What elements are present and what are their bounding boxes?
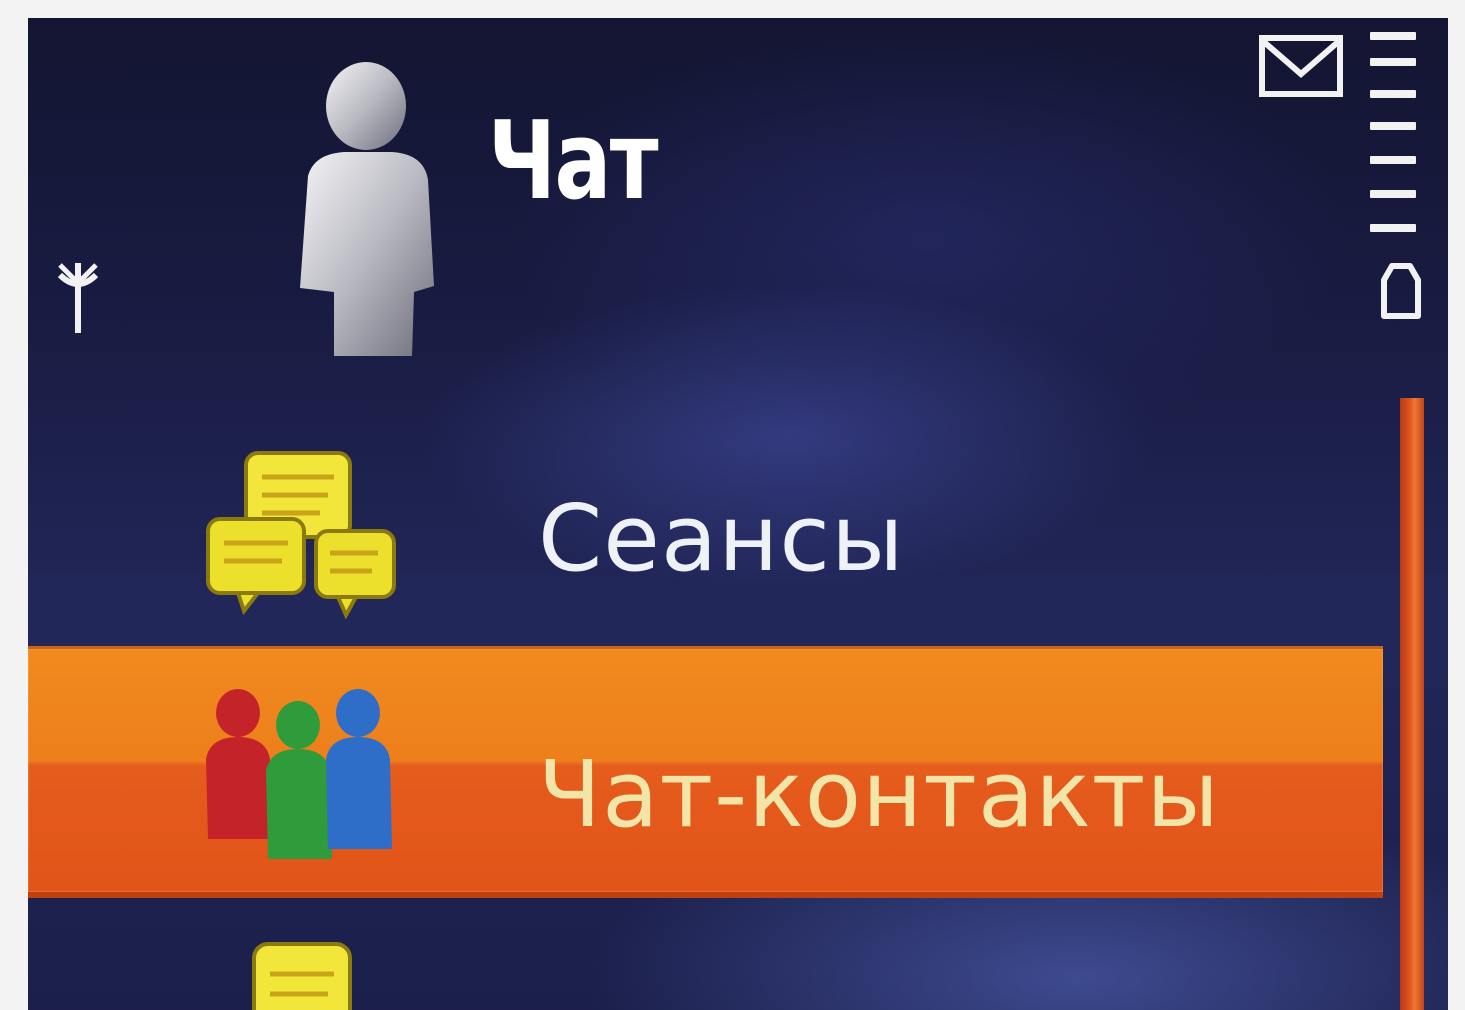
level-bar — [1370, 122, 1416, 130]
envelope-icon — [1259, 35, 1343, 97]
menu-item-label: Чат-контакты — [538, 741, 1221, 848]
phone-screen: Чат Сеансы Чат-контакты — [28, 18, 1448, 1010]
level-bar — [1370, 190, 1416, 198]
menu-item-sessions[interactable]: Сеансы — [28, 413, 1383, 643]
menu-item-chat-contacts[interactable]: Чат-контакты — [28, 646, 1383, 898]
user-silhouette-icon — [274, 56, 444, 356]
battery-icon — [1381, 263, 1421, 319]
scrollbar[interactable] — [1392, 398, 1428, 1010]
signal-indicator — [48, 253, 108, 343]
level-bar — [1370, 224, 1416, 232]
page-title: Чат — [488, 99, 659, 224]
scrollbar-thumb[interactable] — [1400, 398, 1424, 1010]
antenna-icon — [57, 263, 99, 333]
app-header: Чат — [258, 48, 1158, 378]
battery-indicator — [1378, 258, 1424, 322]
message-indicator — [1258, 32, 1344, 102]
level-bar — [1370, 156, 1416, 164]
menu-item-label: Сеансы — [538, 485, 905, 592]
menu-item-chat-rooms[interactable] — [28, 908, 1383, 1010]
level-bar — [1370, 58, 1416, 66]
level-bar — [1370, 90, 1416, 98]
phone-frame: Чат Сеансы Чат-контакты — [0, 0, 1465, 1010]
chat-rooms-icon — [248, 938, 358, 1010]
battery-level-bars — [1370, 32, 1424, 242]
chat-sessions-icon — [188, 433, 408, 623]
chat-contacts-icon — [188, 679, 418, 869]
level-bar — [1370, 32, 1416, 40]
